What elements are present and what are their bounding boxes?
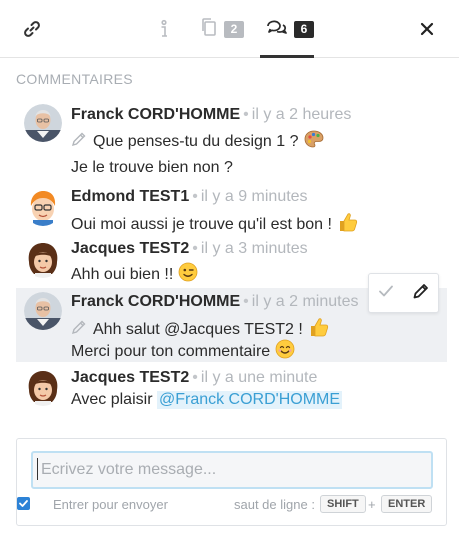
comment-author: Jacques TEST2 [71,240,190,257]
comment-header: Franck CORD'HOMME • il y a 2 minutes [71,293,359,310]
comment-time: il y a 9 minutes [200,188,308,205]
thumbs-up-icon [337,211,359,238]
comment-item: Edmond TEST1 • il y a 9 minutes Oui moi au… [0,184,459,234]
enter-key: ENTER [381,495,433,513]
jacques-avatar [24,240,62,278]
files-count-badge: 2 [224,20,244,38]
edited-pencil-icon [71,319,87,340]
comment-header: Franck CORD'HOMME • il y a 2 heures [71,106,352,123]
comments-count-badge: 6 [294,20,314,38]
winking-face-icon [178,262,198,287]
mention-link[interactable]: @Franck CORD'HOMME [156,391,343,409]
comment-author: Jacques TEST2 [71,369,190,386]
check-icon[interactable] [377,282,395,305]
send-on-enter-label: Entrer pour envoyer [53,497,168,512]
comment-item: Jacques TEST2 • il y a une minute Avec pla… [0,364,459,416]
comment-header: Edmond TEST1 • il y a 9 minutes [71,188,308,205]
tab-comments[interactable]: 6 [266,18,314,40]
comments-icon [266,17,288,42]
shift-key: SHIFT [320,495,366,513]
comment-time: il y a 2 minutes [251,293,359,310]
tab-files[interactable]: 2 [200,17,244,42]
comment-text: Que penses-tu du design 1 ? [71,129,325,154]
jacques-avatar [24,368,62,406]
comment-actions [368,273,439,313]
comment-item: Franck CORD'HOMME • il y a 2 heures Que pe… [0,100,459,182]
files-icon [200,17,218,42]
edited-pencil-icon [71,131,87,152]
send-on-enter-checkbox[interactable] [17,497,30,510]
text-caret [37,458,38,480]
info-icon[interactable] [158,18,170,40]
comment-author: Franck CORD'HOMME [71,106,241,123]
message-input[interactable] [31,451,433,489]
comment-text: Ahh oui bien !! [71,262,198,287]
palette-icon [303,129,325,154]
comment-text: Merci pour ton commentaire [71,339,295,364]
comment-time: il y a 2 heures [251,106,352,123]
comment-header: Jacques TEST2 • il y a 3 minutes [71,240,308,257]
comment-author: Edmond TEST1 [71,188,190,205]
active-tab-indicator [260,55,314,58]
edit-pencil-icon[interactable] [412,282,430,305]
plus-sign: + [368,497,376,512]
franck-avatar [24,104,62,142]
close-icon[interactable] [420,18,434,40]
comment-header: Jacques TEST2 • il y a une minute [71,369,318,386]
link-icon[interactable] [22,18,42,40]
comment-author: Franck CORD'HOMME [71,293,241,310]
edmond-avatar [24,188,62,226]
smiling-face-icon [275,339,295,364]
comment-text: Avec plaisir @Franck CORD'HOMME [71,391,343,409]
comment-time: il y a une minute [200,369,318,386]
comment-text: Oui moi aussi je trouve qu'il est bon ! [71,211,359,238]
section-title: COMMENTAIRES [16,71,133,87]
franck-avatar [24,292,62,330]
line-break-label: saut de ligne : [234,497,315,512]
comment-text: Je le trouve bien non ? [71,159,233,176]
toolbar: 2 6 [0,0,459,58]
comment-time: il y a 3 minutes [200,240,308,257]
thumbs-up-icon [308,316,330,343]
